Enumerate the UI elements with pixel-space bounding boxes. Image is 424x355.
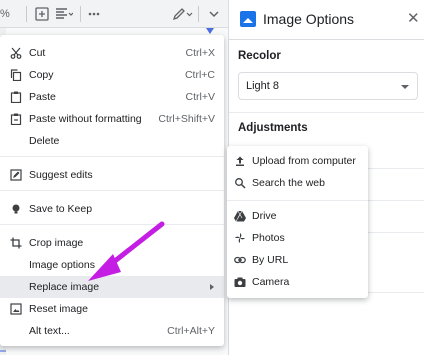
camera-icon bbox=[234, 276, 246, 288]
menu-item-label: Alt text... bbox=[29, 325, 70, 337]
menu-item-copy[interactable]: Copy Ctrl+C bbox=[0, 64, 224, 86]
menu-item-replace-image[interactable]: Replace image bbox=[0, 276, 224, 298]
suggest-edits-icon bbox=[10, 169, 22, 181]
submenu-item-label: Upload from computer bbox=[252, 155, 356, 167]
chevron-up-icon[interactable] bbox=[208, 4, 220, 24]
submenu-item-label: Drive bbox=[252, 210, 277, 222]
link-icon bbox=[234, 254, 246, 266]
pen-icon[interactable] bbox=[172, 4, 194, 24]
menu-item-label: Delete bbox=[29, 135, 60, 147]
upload-icon bbox=[234, 155, 246, 167]
menu-item-label: Suggest edits bbox=[29, 169, 93, 181]
submenu-item-camera[interactable]: Camera bbox=[227, 271, 368, 293]
zoom-value-fragment[interactable]: % bbox=[0, 4, 10, 24]
copy-icon bbox=[10, 69, 22, 82]
reset-image-icon bbox=[10, 303, 22, 315]
menu-item-label: Save to Keep bbox=[29, 203, 93, 215]
menu-item-shortcut: Ctrl+V bbox=[185, 91, 215, 103]
panel-header: Image Options ✕ bbox=[229, 0, 424, 40]
submenu-item-label: By URL bbox=[252, 254, 289, 266]
toolbar: % bbox=[0, 0, 228, 28]
submenu-arrow-icon bbox=[210, 284, 214, 290]
recolor-value: Light 8 bbox=[246, 80, 280, 92]
crop-icon bbox=[10, 237, 22, 249]
menu-item-label: Reset image bbox=[29, 303, 88, 315]
drive-icon bbox=[234, 210, 246, 222]
menu-item-crop-image[interactable]: Crop image bbox=[0, 232, 224, 254]
insert-image-icon[interactable] bbox=[35, 4, 49, 24]
menu-item-reset-image[interactable]: Reset image bbox=[0, 298, 224, 320]
menu-item-label: Cut bbox=[29, 47, 46, 59]
menu-item-label: Paste without formatting bbox=[29, 113, 142, 125]
submenu-item-label: Search the web bbox=[252, 177, 325, 189]
menu-item-image-options[interactable]: Image options bbox=[0, 254, 224, 276]
context-menu: Cut Ctrl+X Copy Ctrl+C Paste Ctrl+V Past… bbox=[0, 35, 224, 346]
menu-item-shortcut: Ctrl+C bbox=[184, 69, 215, 81]
close-icon[interactable]: ✕ bbox=[407, 10, 420, 28]
keep-bulb-icon bbox=[10, 203, 22, 215]
ruler-indent-marker[interactable] bbox=[206, 28, 214, 34]
menu-item-delete[interactable]: Delete bbox=[0, 130, 224, 152]
menu-item-label: Paste bbox=[29, 91, 56, 103]
image-options-icon bbox=[240, 11, 256, 27]
search-icon bbox=[234, 177, 246, 189]
submenu-item-upload-from-computer[interactable]: Upload from computer bbox=[227, 150, 368, 172]
paste-icon bbox=[10, 91, 22, 104]
submenu-item-search-the-web[interactable]: Search the web bbox=[227, 172, 368, 194]
menu-item-alt-text[interactable]: Alt text... Ctrl+Alt+Y bbox=[0, 320, 224, 342]
menu-item-shortcut: Ctrl+X bbox=[185, 47, 215, 59]
menu-separator bbox=[0, 156, 224, 157]
toolbar-divider bbox=[198, 6, 199, 22]
recolor-select[interactable]: Light 8 bbox=[238, 72, 418, 100]
align-icon[interactable] bbox=[55, 4, 73, 24]
chevron-down-icon bbox=[401, 85, 409, 89]
menu-item-cut[interactable]: Cut Ctrl+X bbox=[0, 42, 224, 64]
menu-item-label: Crop image bbox=[29, 237, 84, 249]
menu-separator bbox=[0, 224, 224, 225]
more-icon[interactable] bbox=[87, 4, 101, 24]
menu-item-shortcut: Ctrl+Shift+V bbox=[158, 113, 215, 125]
menu-item-label: Image options bbox=[29, 259, 95, 271]
menu-item-save-to-keep[interactable]: Save to Keep bbox=[0, 198, 224, 220]
paste-plain-icon bbox=[10, 113, 22, 126]
menu-item-shortcut: Ctrl+Alt+Y bbox=[167, 325, 215, 337]
menu-item-label: Replace image bbox=[29, 281, 100, 293]
menu-item-label: Copy bbox=[29, 69, 54, 81]
submenu-item-label: Photos bbox=[252, 232, 285, 244]
menu-item-paste[interactable]: Paste Ctrl+V bbox=[0, 86, 224, 108]
panel-title: Image Options bbox=[263, 11, 355, 27]
menu-item-suggest-edits[interactable]: Suggest edits bbox=[0, 164, 224, 186]
scissors-icon bbox=[10, 47, 22, 59]
panel-divider bbox=[229, 112, 424, 113]
toolbar-divider bbox=[80, 6, 81, 22]
recolor-label: Recolor bbox=[238, 50, 281, 62]
submenu-item-photos[interactable]: Photos bbox=[227, 227, 368, 249]
menu-item-paste-without-formatting[interactable]: Paste without formatting Ctrl+Shift+V bbox=[0, 108, 224, 130]
menu-separator bbox=[0, 190, 224, 191]
replace-image-submenu: Upload from computer Search the web Driv… bbox=[227, 146, 368, 298]
submenu-separator bbox=[227, 200, 368, 201]
adjustments-label[interactable]: Adjustments bbox=[238, 122, 308, 134]
submenu-item-label: Camera bbox=[252, 276, 290, 288]
submenu-item-by-url[interactable]: By URL bbox=[227, 249, 368, 271]
submenu-item-drive[interactable]: Drive bbox=[227, 205, 368, 227]
toolbar-divider bbox=[26, 6, 27, 22]
photos-pinwheel-icon bbox=[234, 232, 246, 244]
